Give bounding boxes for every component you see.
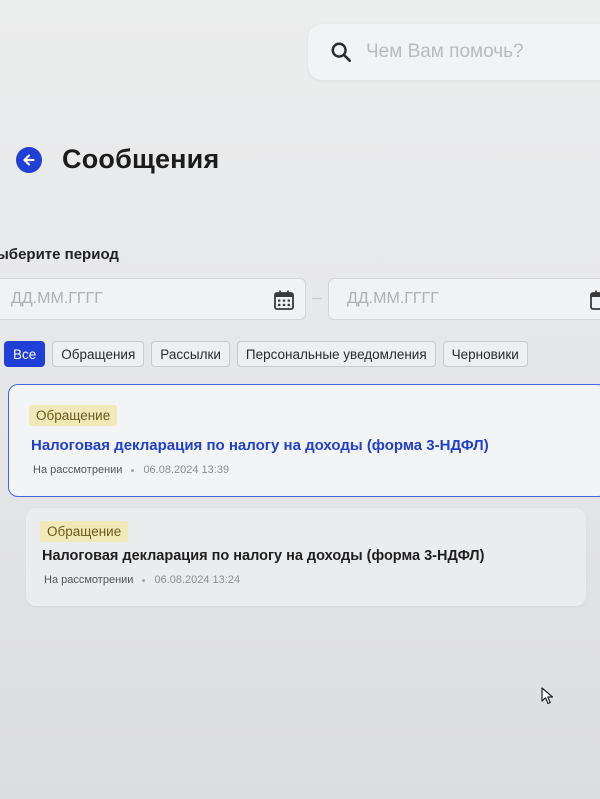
filter-chip-drafts[interactable]: Черновики	[442, 341, 528, 367]
mouse-cursor-icon	[541, 687, 555, 705]
filter-chip-requests[interactable]: Обращения	[52, 341, 145, 367]
meta-separator-dot	[131, 468, 135, 472]
date-to-field[interactable]	[328, 278, 600, 320]
search-input[interactable]	[364, 40, 598, 64]
period-label: ыберите период	[0, 246, 119, 263]
date-from-input[interactable]	[9, 289, 233, 309]
search-box[interactable]	[308, 24, 600, 80]
meta-separator-dot	[142, 578, 146, 582]
arrow-left-icon	[23, 153, 35, 166]
page-title: Сообщения	[62, 144, 220, 174]
filter-chip-all[interactable]: Все	[4, 341, 46, 367]
message-status: На рассмотрении	[33, 464, 123, 476]
message-meta: На рассмотрении 06.08.2024 13:39	[33, 464, 229, 476]
message-title[interactable]: Налоговая декларация по налогу на доходы…	[42, 548, 484, 564]
calendar-icon[interactable]	[589, 289, 600, 311]
filter-chip-personal-notifications[interactable]: Персональные уведомления	[236, 341, 436, 367]
filter-chip-mailings[interactable]: Рассылки	[151, 341, 230, 367]
page-header: Сообщения	[16, 144, 219, 175]
message-datetime: 06.08.2024 13:24	[154, 574, 241, 586]
message-datetime: 06.08.2024 13:39	[143, 464, 230, 476]
date-range-separator	[312, 298, 322, 299]
message-type-badge: Обращение	[29, 405, 118, 426]
message-card[interactable]: Обращение Налоговая декларация по налогу…	[26, 508, 586, 606]
date-from-field[interactable]	[0, 278, 306, 320]
search-icon[interactable]	[328, 39, 354, 65]
date-to-input[interactable]	[345, 289, 569, 309]
filter-tabs: Все Обращения Рассылки Персональные увед…	[4, 341, 528, 367]
message-card[interactable]: Обращение Налоговая декларация по налогу…	[8, 384, 600, 497]
calendar-icon[interactable]	[273, 289, 295, 311]
message-title[interactable]: Налоговая декларация по налогу на доходы…	[31, 437, 489, 454]
messages-page: Сообщения ыберите период	[0, 0, 600, 799]
back-button[interactable]	[16, 146, 42, 173]
message-status: На рассмотрении	[44, 574, 134, 586]
message-meta: На рассмотрении 06.08.2024 13:24	[44, 574, 240, 586]
message-type-badge: Обращение	[40, 521, 129, 542]
